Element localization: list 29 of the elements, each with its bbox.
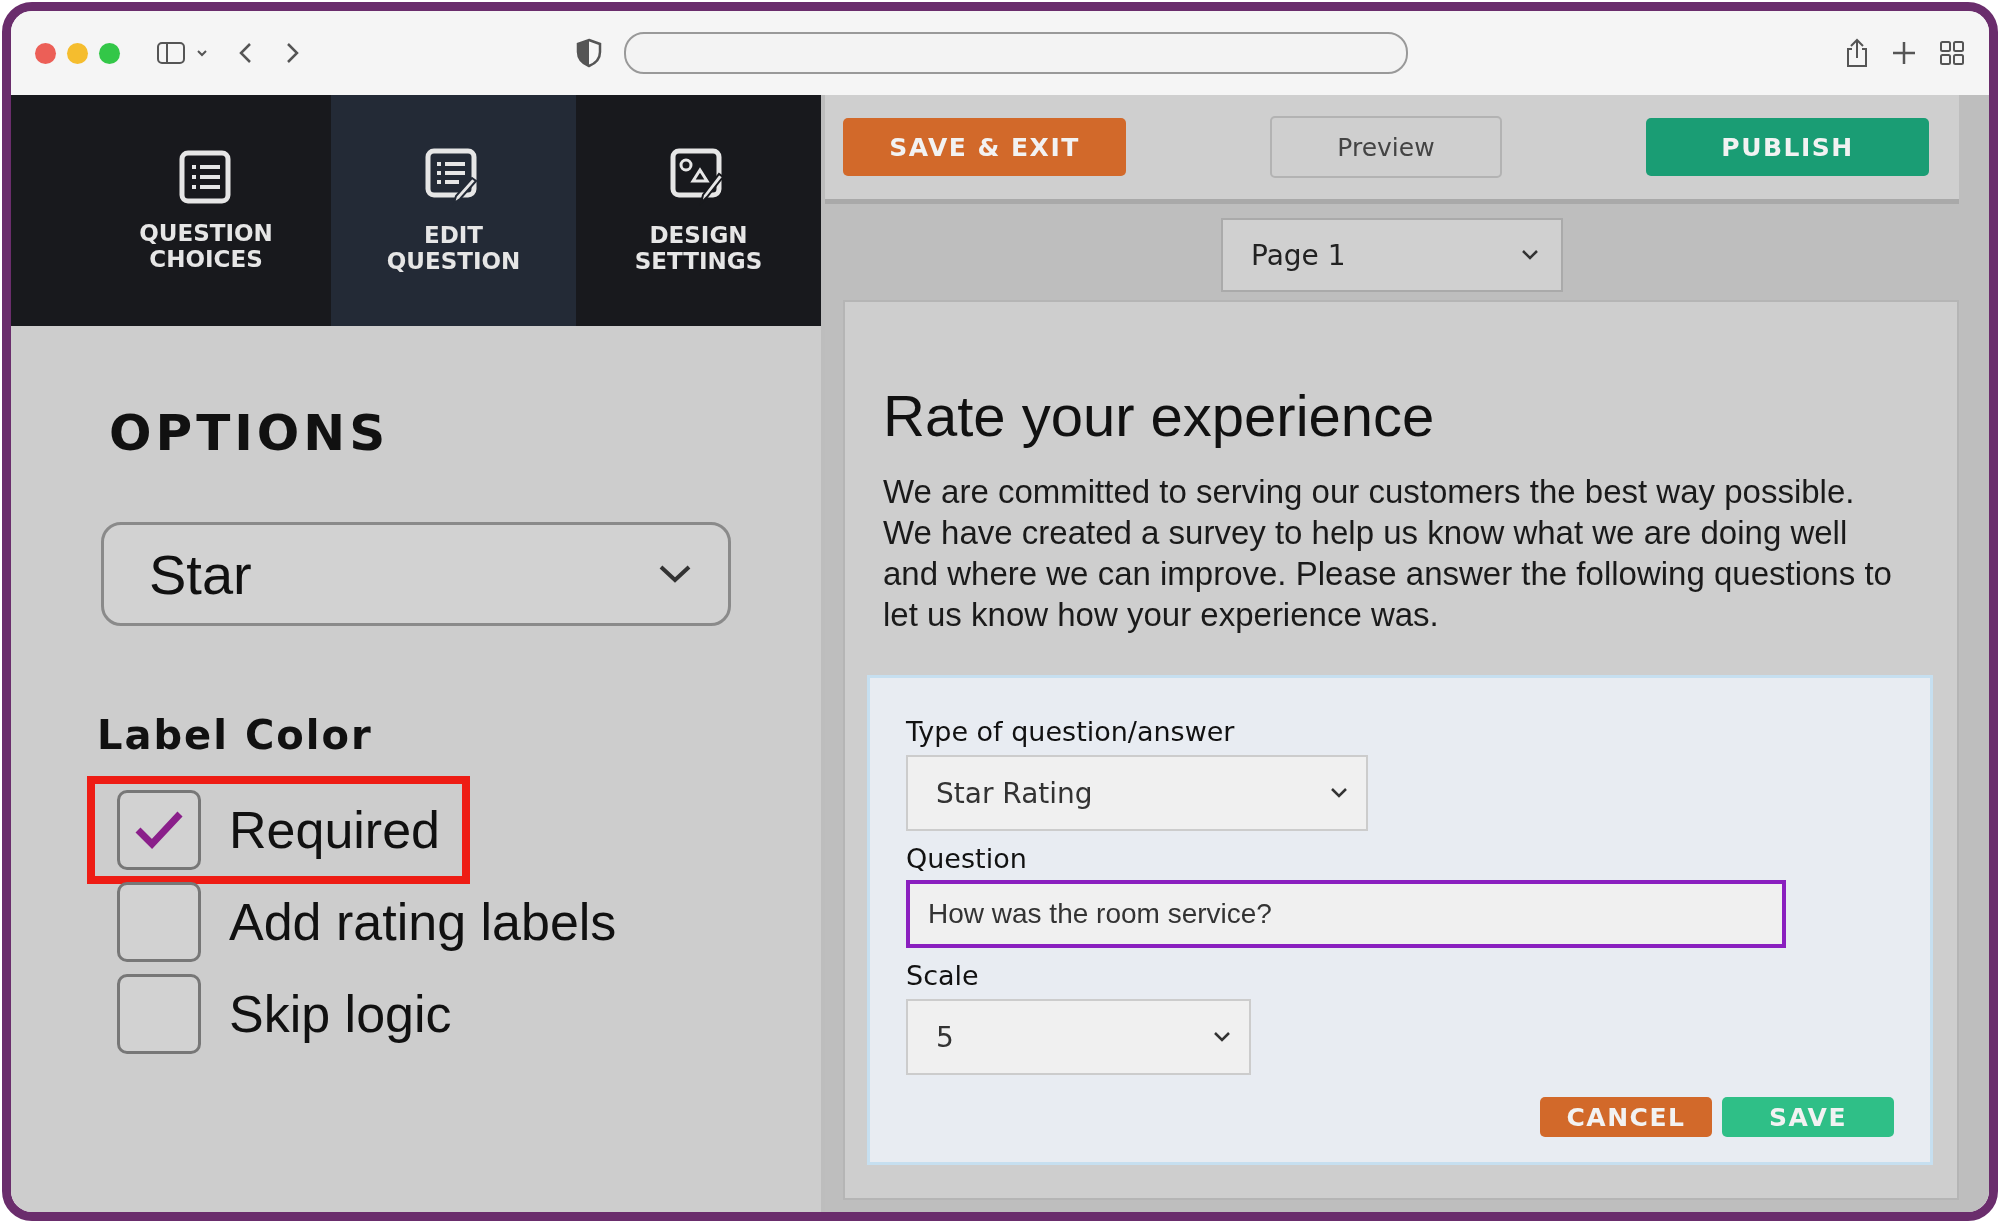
editor-tab[interactable]: EDIT QUESTION (331, 95, 576, 326)
chevron-down-icon (658, 564, 692, 584)
close-window-button[interactable] (35, 42, 56, 64)
preview-button[interactable]: Preview (1270, 116, 1502, 178)
grid-icon[interactable] (1939, 40, 1965, 66)
label-color-heading: Label Color (97, 712, 374, 758)
plus-icon[interactable] (1891, 40, 1917, 66)
page-dropdown[interactable]: Page 1 (1221, 218, 1563, 292)
share-icon[interactable] (1845, 38, 1869, 68)
address-bar[interactable] (624, 32, 1408, 74)
question-type-dropdown[interactable]: Star Rating (906, 755, 1368, 831)
chevron-down-icon (1521, 249, 1539, 261)
type-dropdown[interactable]: Star (101, 522, 731, 626)
chevron-down-icon (1213, 1031, 1231, 1043)
survey-title: Rate your experience (883, 382, 1436, 449)
shield-icon[interactable] (576, 38, 602, 68)
list-icon (178, 149, 234, 206)
field-label: Scale (906, 960, 979, 991)
question-input-field[interactable]: How was the room service? (906, 880, 1786, 948)
checkbox[interactable] (117, 790, 201, 870)
scale-dropdown[interactable]: 5 (906, 999, 1251, 1075)
field-label: Type of question/answer (906, 716, 1235, 747)
field-label: Question (906, 843, 1027, 874)
checkbox-option[interactable]: Required (87, 776, 471, 884)
checkbox[interactable] (117, 882, 201, 962)
chevron-down-icon (1330, 787, 1348, 799)
checkbox[interactable] (117, 974, 201, 1054)
options-heading: OPTIONS (109, 404, 391, 462)
survey-description: We are committed to serving our customers the best way possible. We have created a survey to help us know what we are doing well and where we can improve. Please answer the following questions to let us know how your experience was. (883, 472, 1893, 635)
